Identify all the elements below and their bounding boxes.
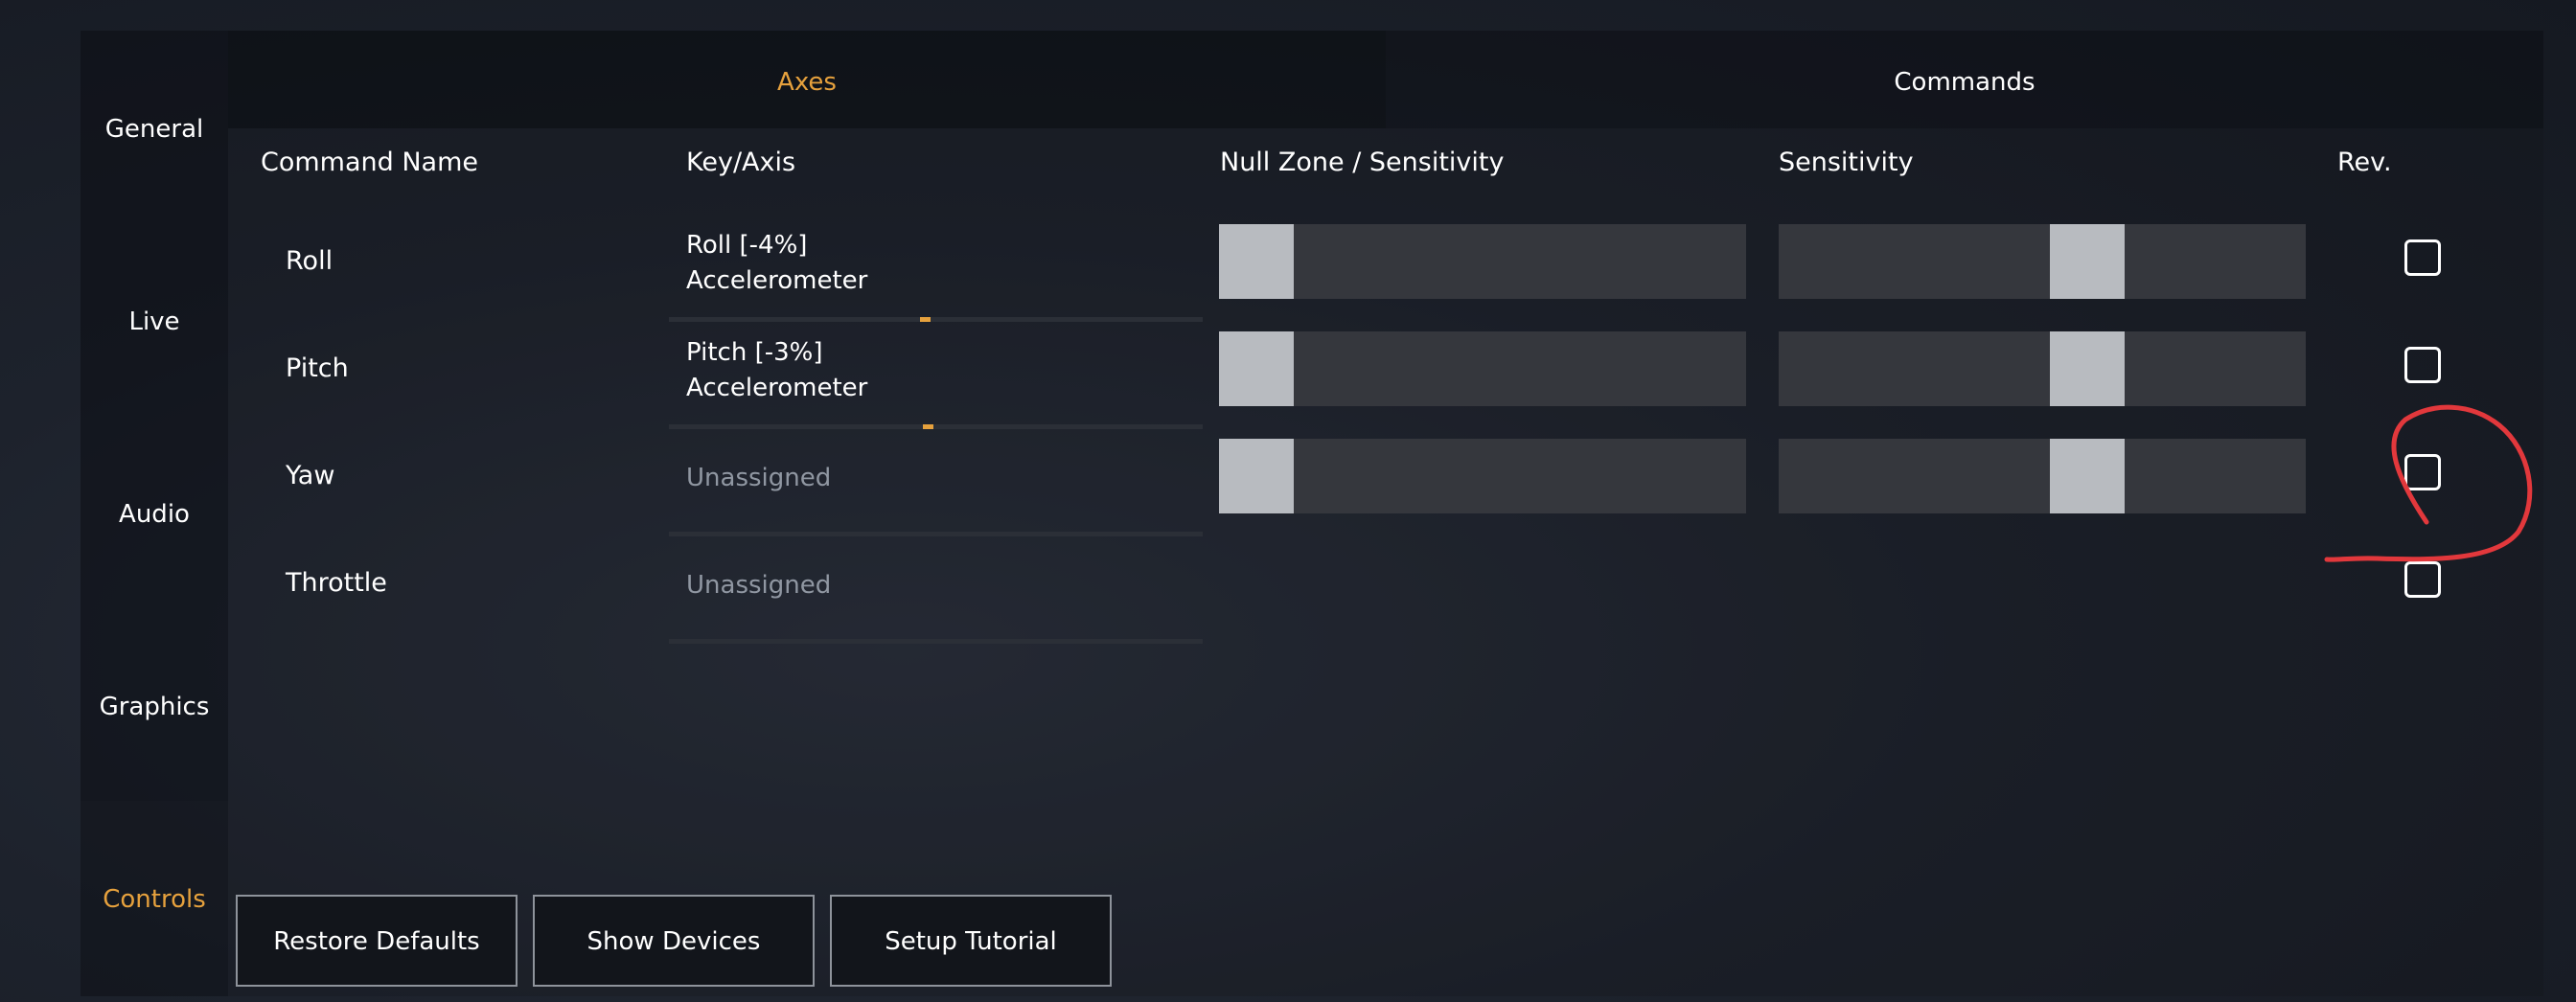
header-key-axis: Key/Axis xyxy=(686,148,796,177)
slider-thumb[interactable] xyxy=(1219,224,1294,299)
command-name: Roll xyxy=(286,246,334,276)
header-sensitivity: Sensitivity xyxy=(1779,148,1914,177)
axis-input-bar xyxy=(669,317,1203,322)
sensitivity-slider[interactable] xyxy=(1779,331,2306,406)
key-axis-label: Pitch [-3%] xyxy=(686,338,823,367)
reverse-checkbox[interactable] xyxy=(2404,347,2441,383)
reverse-checkbox[interactable] xyxy=(2404,454,2441,490)
sidebar xyxy=(80,31,228,801)
sidebar-item-graphics[interactable]: Graphics xyxy=(80,693,228,721)
slider-thumb[interactable] xyxy=(1219,439,1294,513)
sensitivity-slider[interactable] xyxy=(1779,224,2306,299)
reverse-checkbox[interactable] xyxy=(2404,561,2441,598)
command-name: Throttle xyxy=(286,568,387,598)
null-zone-slider[interactable] xyxy=(1219,224,1746,299)
key-axis-device: Accelerometer xyxy=(686,266,868,295)
reverse-checkbox[interactable] xyxy=(2404,239,2441,276)
header-rev: Rev. xyxy=(2337,148,2392,177)
key-axis-label: Roll [-4%] xyxy=(686,231,808,260)
axis-input-indicator xyxy=(919,317,931,322)
axis-input-bar xyxy=(669,639,1203,644)
key-axis-binding[interactable]: Pitch [-3%] Accelerometer xyxy=(686,335,867,406)
null-zone-slider[interactable] xyxy=(1219,439,1746,513)
setup-tutorial-button[interactable]: Setup Tutorial xyxy=(830,895,1112,987)
sidebar-item-general[interactable]: General xyxy=(80,115,228,144)
slider-thumb[interactable] xyxy=(2050,331,2126,406)
slider-thumb[interactable] xyxy=(1219,331,1294,406)
command-name: Pitch xyxy=(286,353,349,383)
sidebar-item-live[interactable]: Live xyxy=(80,307,228,336)
null-zone-slider[interactable] xyxy=(1219,331,1746,406)
restore-defaults-button[interactable]: Restore Defaults xyxy=(236,895,518,987)
key-axis-device: Accelerometer xyxy=(686,374,868,402)
tab-commands[interactable]: Commands xyxy=(1386,31,2543,128)
tab-axes[interactable]: Axes xyxy=(228,31,1386,128)
command-name: Yaw xyxy=(286,461,335,490)
show-devices-button[interactable]: Show Devices xyxy=(533,895,815,987)
sensitivity-slider[interactable] xyxy=(1779,439,2306,513)
key-axis-binding[interactable]: Unassigned xyxy=(686,461,831,496)
key-axis-binding[interactable]: Unassigned xyxy=(686,568,831,603)
slider-thumb[interactable] xyxy=(2050,439,2126,513)
axis-input-bar xyxy=(669,532,1203,536)
key-axis-binding[interactable]: Roll [-4%] Accelerometer xyxy=(686,228,867,299)
slider-thumb[interactable] xyxy=(2050,224,2126,299)
axis-input-indicator xyxy=(922,424,933,429)
header-command-name: Command Name xyxy=(261,148,479,177)
sidebar-item-controls[interactable]: Controls xyxy=(80,885,228,914)
sidebar-item-audio[interactable]: Audio xyxy=(80,500,228,529)
axis-input-bar xyxy=(669,424,1203,429)
header-null-zone: Null Zone / Sensitivity xyxy=(1220,148,1505,177)
